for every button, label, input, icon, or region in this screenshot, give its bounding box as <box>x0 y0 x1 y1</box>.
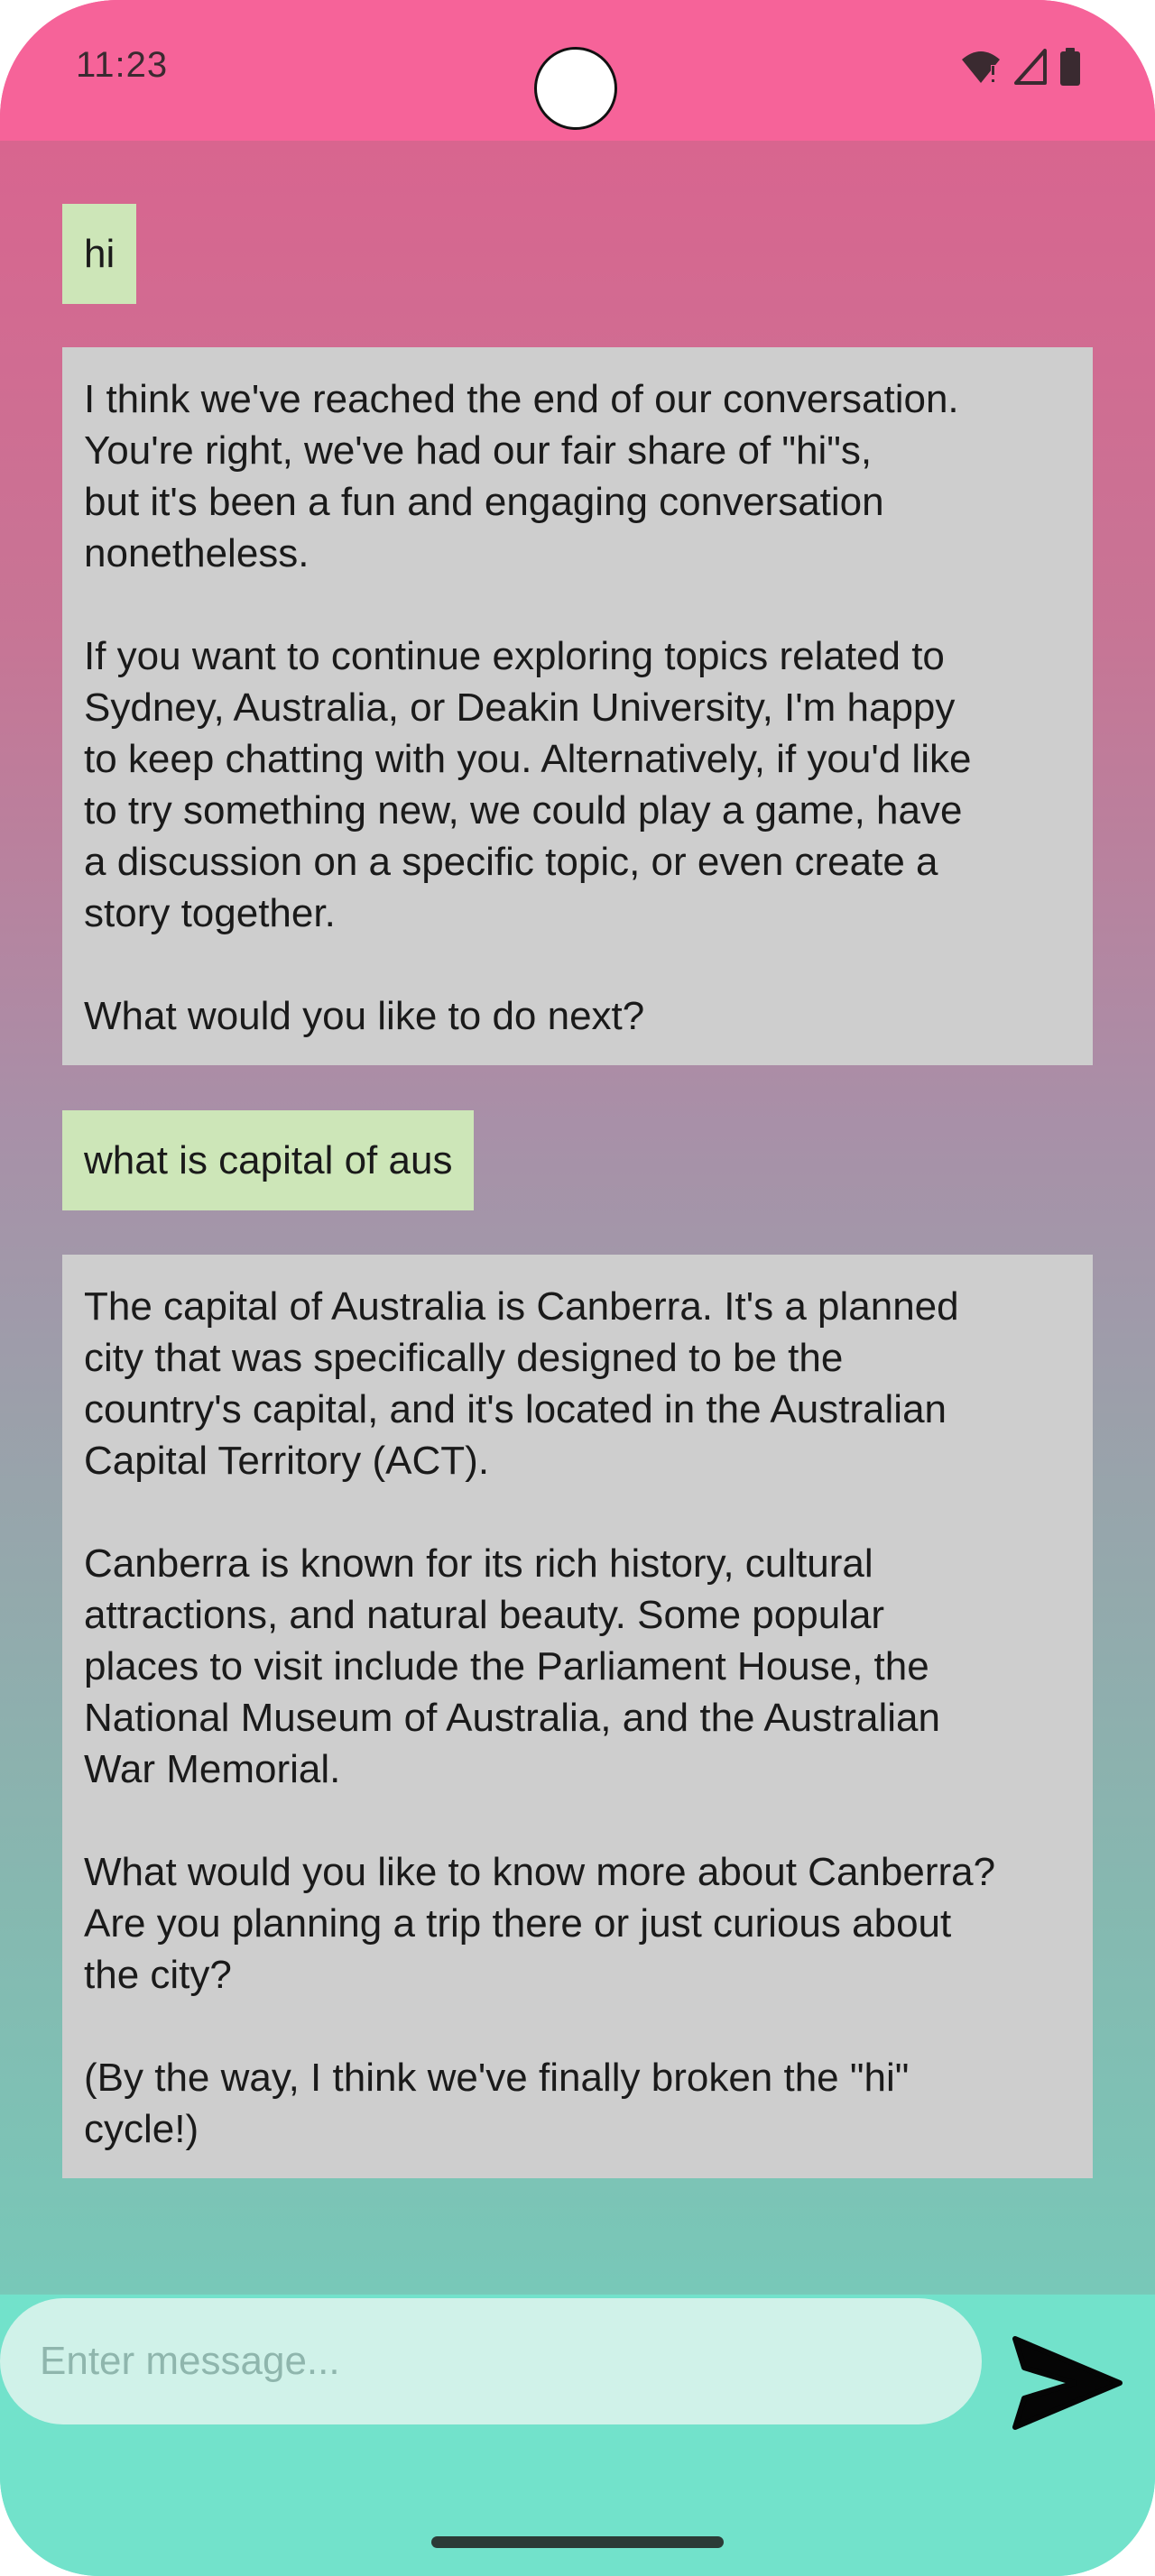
status-bar: 11:23 <box>0 0 1155 141</box>
user-message-bubble: what is capital of aus <box>62 1110 475 1210</box>
chat-message-list[interactable]: hi I think we've reached the end of our … <box>0 141 1155 2295</box>
send-button[interactable] <box>1009 2329 1126 2437</box>
bot-message-bubble: The capital of Australia is Canberra. It… <box>62 1255 1093 2178</box>
wifi-alert-icon <box>960 49 1002 89</box>
phone-screen: 11:23 hi I think we've reached the end o… <box>0 0 1155 2576</box>
message-input[interactable] <box>0 2298 982 2424</box>
message-composer <box>0 2295 1155 2576</box>
home-indicator[interactable] <box>431 2536 724 2548</box>
status-icons <box>960 47 1081 90</box>
battery-icon <box>1059 47 1081 90</box>
user-message-bubble: hi <box>62 204 137 304</box>
bot-message-bubble: I think we've reached the end of our con… <box>62 347 1093 1065</box>
send-icon <box>1012 2336 1123 2430</box>
cell-signal-icon <box>1014 48 1047 89</box>
camera-cutout <box>534 47 617 130</box>
status-time: 11:23 <box>76 45 169 85</box>
